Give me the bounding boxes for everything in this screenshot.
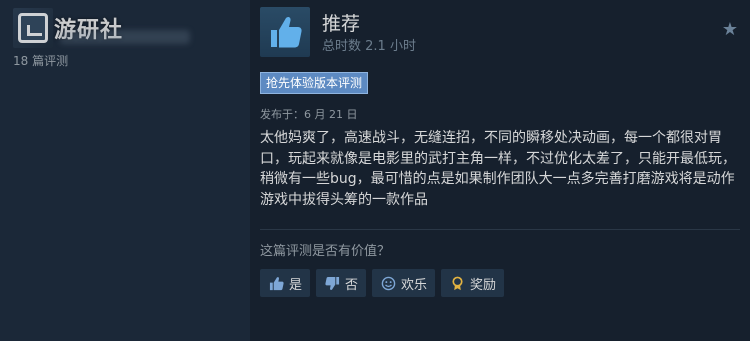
review-content: 推荐 总时数 2.1 小时 ★ 抢先体验版本评测 发布于：6 月 21 日 太他… bbox=[250, 0, 750, 341]
playtime: 总时数 2.1 小时 bbox=[322, 39, 416, 54]
vote-yes-button[interactable]: 是 bbox=[260, 269, 311, 297]
posted-date: 发布于：6 月 21 日 bbox=[260, 108, 358, 121]
award-button[interactable]: 奖励 bbox=[441, 269, 505, 297]
thumbs-up-icon bbox=[268, 275, 284, 291]
early-access-badge: 抢先体验版本评测 bbox=[260, 72, 369, 94]
helpful-question: 这篇评测是否有价值？ bbox=[260, 244, 391, 259]
review-text: 太他妈爽了，高速战斗，无缝连招，不同的瞬移处决动画，每一个都很对胃口，玩起来就像… bbox=[260, 130, 736, 208]
blurred-username[interactable] bbox=[60, 30, 190, 44]
vote-funny-button[interactable]: 欢乐 bbox=[372, 269, 436, 297]
recommendation-label[interactable]: 推荐 bbox=[322, 9, 360, 36]
award-icon bbox=[449, 275, 465, 291]
thumbs-down-icon bbox=[324, 275, 340, 291]
divider bbox=[260, 229, 740, 230]
reviewer-panel: 游研社 18 篇评测 bbox=[0, 0, 250, 341]
vote-no-button[interactable]: 否 bbox=[316, 269, 367, 297]
award-label: 奖励 bbox=[470, 277, 497, 293]
vote-yes-label: 是 bbox=[289, 277, 303, 293]
star-icon[interactable]: ★ bbox=[720, 20, 740, 40]
recommendation-thumb[interactable] bbox=[260, 7, 310, 57]
vote-no-label: 否 bbox=[345, 277, 359, 293]
smiley-icon bbox=[380, 275, 396, 291]
vote-buttons: 是 否 欢乐 奖励 bbox=[260, 269, 505, 297]
vote-funny-label: 欢乐 bbox=[401, 277, 428, 293]
review-page: 游研社 18 篇评测 推荐 总时数 2.1 小时 ★ 抢先体验版本评测 发布于：… bbox=[0, 0, 750, 341]
review-count[interactable]: 18 篇评测 bbox=[13, 52, 68, 69]
watermark-icon bbox=[18, 13, 48, 43]
thumbs-up-icon bbox=[271, 16, 302, 48]
